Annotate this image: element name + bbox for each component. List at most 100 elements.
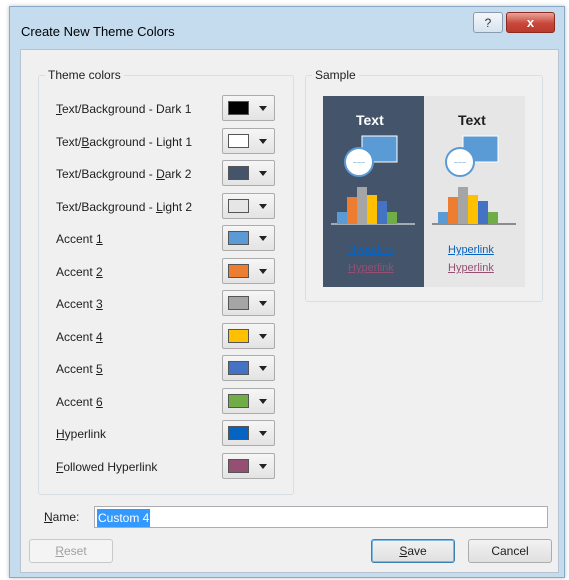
reset-label: eset: [63, 544, 87, 558]
theme-color-label-suffix: ext/Background - Dark 1: [62, 102, 192, 116]
theme-color-label: Text/Background - Dark 1: [56, 102, 191, 116]
theme-color-label: Accent 5: [56, 362, 103, 376]
theme-color-label: Hyperlink: [56, 427, 106, 441]
dropdown-arrow-icon: [259, 203, 267, 209]
theme-color-label-prefix: Accent: [56, 329, 97, 344]
reset-button[interactable]: Reset: [29, 539, 113, 563]
save-label: ave: [407, 544, 427, 558]
theme-color-picker-button[interactable]: [222, 387, 275, 414]
theme-color-label-accesskey: 1: [96, 232, 103, 246]
theme-color-label: Text/Background - Dark 2: [56, 167, 191, 181]
help-icon: ?: [484, 15, 492, 30]
theme-color-label-accesskey: L: [156, 199, 163, 214]
reset-accesskey: R: [55, 544, 64, 558]
dropdown-arrow-icon: [259, 463, 267, 469]
theme-color-label-accesskey: 2: [96, 264, 103, 279]
theme-color-label: Accent 4: [56, 330, 103, 344]
theme-color-label-suffix: ollowed Hyperlink: [63, 459, 158, 474]
svg-text:~~~: ~~~: [353, 160, 365, 167]
theme-color-label-suffix: ark 2: [164, 167, 192, 181]
close-button[interactable]: x: [506, 12, 555, 33]
theme-color-label-prefix: Accent: [56, 232, 97, 246]
name-label-text: ame:: [52, 510, 80, 524]
dropdown-arrow-icon: [259, 398, 267, 404]
theme-color-picker-button[interactable]: [222, 95, 275, 121]
theme-color-label-prefix: Accent: [56, 264, 97, 279]
theme-color-label-prefix: Accent: [56, 297, 97, 311]
sample-light-bars: [438, 187, 498, 224]
theme-color-label: Text/Background - Light 2: [56, 200, 192, 214]
name-label-accesskey: N: [44, 510, 53, 524]
sample-dark-followed-hyperlink: Hyperlink: [348, 262, 394, 274]
theme-color-label-accesskey: 3: [96, 297, 103, 311]
sample-legend: Sample: [315, 68, 356, 82]
color-swatch: [228, 426, 249, 440]
theme-color-label-suffix: ight 2: [162, 199, 193, 214]
sample-dark-hyperlink: Hyperlink: [348, 244, 394, 256]
sample-light-hyperlink: Hyperlink: [448, 244, 494, 256]
theme-color-label-accesskey: D: [156, 167, 165, 181]
close-icon: x: [526, 15, 535, 30]
help-button[interactable]: ?: [473, 12, 503, 33]
theme-color-picker-button[interactable]: [222, 225, 275, 251]
dialog-title: Create New Theme Colors: [21, 24, 175, 39]
color-swatch: [228, 296, 249, 310]
theme-color-label-suffix: yperlink: [64, 427, 107, 441]
theme-color-picker-button[interactable]: [222, 290, 275, 316]
theme-color-picker-button[interactable]: [222, 452, 275, 479]
theme-color-label-accesskey: H: [56, 427, 65, 441]
theme-color-label-accesskey: 5: [96, 362, 103, 376]
dropdown-arrow-icon: [259, 333, 267, 339]
sample-graphics: ~~~ ~~~: [331, 135, 516, 225]
color-swatch: [228, 198, 249, 213]
color-swatch: [228, 231, 249, 245]
theme-color-label-accesskey: 4: [96, 329, 103, 344]
theme-color-picker-button[interactable]: [222, 257, 275, 284]
theme-color-label: Followed Hyperlink: [56, 460, 157, 474]
save-accesskey: S: [399, 544, 408, 558]
theme-color-label-prefix: Accent: [56, 394, 97, 409]
theme-color-picker-button[interactable]: [222, 355, 275, 381]
dropdown-arrow-icon: [259, 431, 267, 436]
theme-color-picker-button[interactable]: [222, 322, 275, 349]
dropdown-arrow-icon: [259, 268, 267, 274]
sample-light-followed-hyperlink: Hyperlink: [448, 262, 494, 274]
theme-color-label-prefix: Text/Background -: [56, 167, 157, 181]
theme-color-label-prefix: Text/: [56, 134, 82, 149]
theme-color-label-prefix: Accent: [56, 362, 97, 376]
dropdown-arrow-icon: [259, 138, 267, 144]
theme-color-label: Accent 2: [56, 265, 103, 279]
theme-colors-legend: Theme colors: [48, 68, 121, 82]
theme-color-picker-button[interactable]: [222, 192, 275, 219]
color-swatch: [228, 133, 249, 148]
color-swatch: [228, 393, 249, 408]
theme-color-picker-button[interactable]: [222, 127, 275, 154]
svg-text:~~~: ~~~: [454, 160, 466, 167]
theme-color-label: Accent 6: [56, 395, 103, 409]
dropdown-arrow-icon: [259, 106, 267, 111]
cancel-label: Cancel: [491, 544, 529, 558]
dropdown-arrow-icon: [259, 171, 267, 176]
theme-color-label: Accent 1: [56, 232, 103, 246]
sample-dark-bars: [337, 187, 397, 224]
color-swatch: [228, 361, 249, 375]
theme-color-label-prefix: Text/Background -: [56, 199, 157, 214]
color-swatch: [228, 166, 249, 180]
name-label: Name:: [44, 510, 79, 524]
color-swatch: [228, 263, 249, 278]
cancel-button[interactable]: Cancel: [468, 539, 552, 563]
theme-color-label: Text/Background - Light 1: [56, 135, 192, 149]
theme-color-picker-button[interactable]: [222, 160, 275, 186]
save-button[interactable]: Save: [371, 539, 455, 563]
theme-color-picker-button[interactable]: [222, 420, 275, 446]
name-input[interactable]: Custom 4: [94, 506, 548, 528]
name-input-value: Custom 4: [97, 509, 151, 527]
dropdown-arrow-icon: [259, 366, 267, 371]
theme-color-label-accesskey: 6: [96, 394, 103, 409]
theme-color-label-suffix: ackground - Light 1: [89, 134, 193, 149]
color-swatch: [228, 101, 249, 115]
theme-color-label: Accent 3: [56, 297, 103, 311]
color-swatch: [228, 328, 249, 343]
dropdown-arrow-icon: [259, 236, 267, 241]
dropdown-arrow-icon: [259, 301, 267, 306]
